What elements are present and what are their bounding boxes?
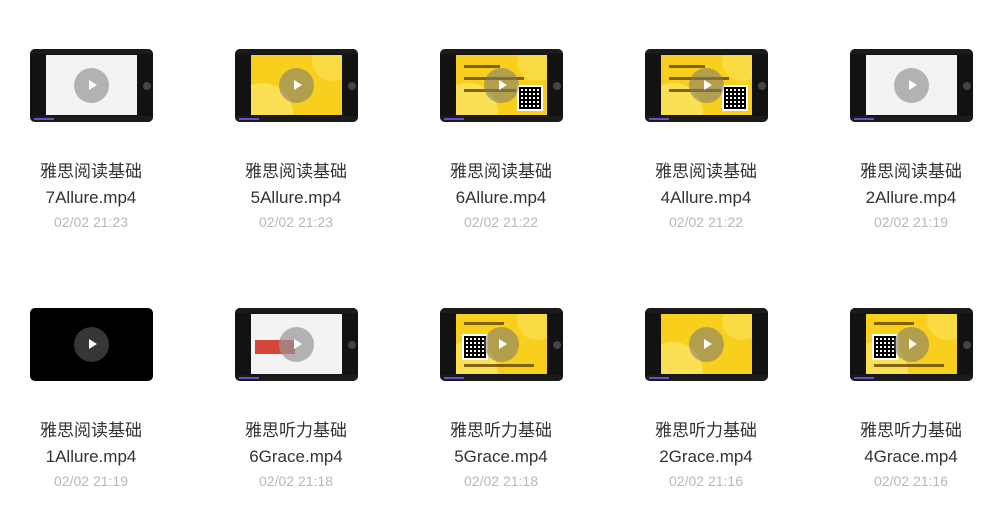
video-thumbnail[interactable] [29,308,153,381]
file-timestamp: 02/02 21:16 [669,473,743,489]
file-timestamp: 02/02 21:23 [259,214,333,230]
file-timestamp: 02/02 21:22 [464,214,538,230]
video-thumbnail[interactable] [29,49,153,122]
file-name: 5Grace.mp4 [454,447,548,466]
play-icon[interactable] [688,327,724,362]
play-icon[interactable] [278,327,314,362]
file-timestamp: 02/02 21:18 [259,473,333,489]
file-name: 5Allure.mp4 [250,188,342,207]
file-item[interactable]: 雅思听力基础 2Grace.mp4 02/02 21:16 [616,308,796,490]
video-thumbnail[interactable] [439,49,563,122]
file-timestamp: 02/02 21:19 [54,473,128,489]
file-title: 雅思阅读基础 [40,421,142,440]
file-title: 雅思阅读基础 [655,162,757,181]
file-grid: 雅思阅读基础 7Allure.mp4 02/02 21:23 雅思阅读基础 5A… [0,0,988,512]
play-icon[interactable] [893,327,929,362]
video-thumbnail[interactable] [644,49,768,122]
play-icon[interactable] [73,327,109,362]
file-name: 1Allure.mp4 [45,447,137,466]
file-name: 6Allure.mp4 [455,188,547,207]
file-item[interactable]: 雅思听力基础 5Grace.mp4 02/02 21:18 [411,308,591,490]
file-name: 2Allure.mp4 [865,188,957,207]
file-item[interactable]: 雅思阅读基础 1Allure.mp4 02/02 21:19 [1,308,181,490]
file-item[interactable]: 雅思听力基础 4Grace.mp4 02/02 21:16 [821,308,988,490]
file-title: 雅思听力基础 [450,421,552,440]
play-icon[interactable] [893,68,929,103]
file-title: 雅思听力基础 [860,421,962,440]
file-timestamp: 02/02 21:23 [54,214,128,230]
video-thumbnail[interactable] [439,308,563,381]
file-item[interactable]: 雅思阅读基础 4Allure.mp4 02/02 21:22 [616,49,796,231]
play-icon[interactable] [688,68,724,103]
play-icon[interactable] [483,327,519,362]
file-item[interactable]: 雅思阅读基础 7Allure.mp4 02/02 21:23 [1,49,181,231]
file-item[interactable]: 雅思阅读基础 2Allure.mp4 02/02 21:19 [821,49,988,231]
video-thumbnail[interactable] [849,49,973,122]
file-name: 4Allure.mp4 [660,188,752,207]
file-name: 4Grace.mp4 [864,447,958,466]
file-item[interactable]: 雅思听力基础 6Grace.mp4 02/02 21:18 [206,308,386,490]
file-timestamp: 02/02 21:22 [669,214,743,230]
video-thumbnail[interactable] [234,49,358,122]
file-title: 雅思阅读基础 [450,162,552,181]
file-name: 6Grace.mp4 [249,447,343,466]
play-icon[interactable] [73,68,109,103]
file-timestamp: 02/02 21:18 [464,473,538,489]
play-icon[interactable] [278,68,314,103]
video-thumbnail[interactable] [234,308,358,381]
file-name: 2Grace.mp4 [659,447,753,466]
file-title: 雅思阅读基础 [40,162,142,181]
video-thumbnail[interactable] [849,308,973,381]
video-thumbnail[interactable] [644,308,768,381]
file-item[interactable]: 雅思阅读基础 5Allure.mp4 02/02 21:23 [206,49,386,231]
file-title: 雅思听力基础 [655,421,757,440]
file-timestamp: 02/02 21:16 [874,473,948,489]
file-item[interactable]: 雅思阅读基础 6Allure.mp4 02/02 21:22 [411,49,591,231]
file-title: 雅思阅读基础 [860,162,962,181]
file-timestamp: 02/02 21:19 [874,214,948,230]
file-title: 雅思听力基础 [245,421,347,440]
file-title: 雅思阅读基础 [245,162,347,181]
play-icon[interactable] [483,68,519,103]
file-name: 7Allure.mp4 [45,188,137,207]
